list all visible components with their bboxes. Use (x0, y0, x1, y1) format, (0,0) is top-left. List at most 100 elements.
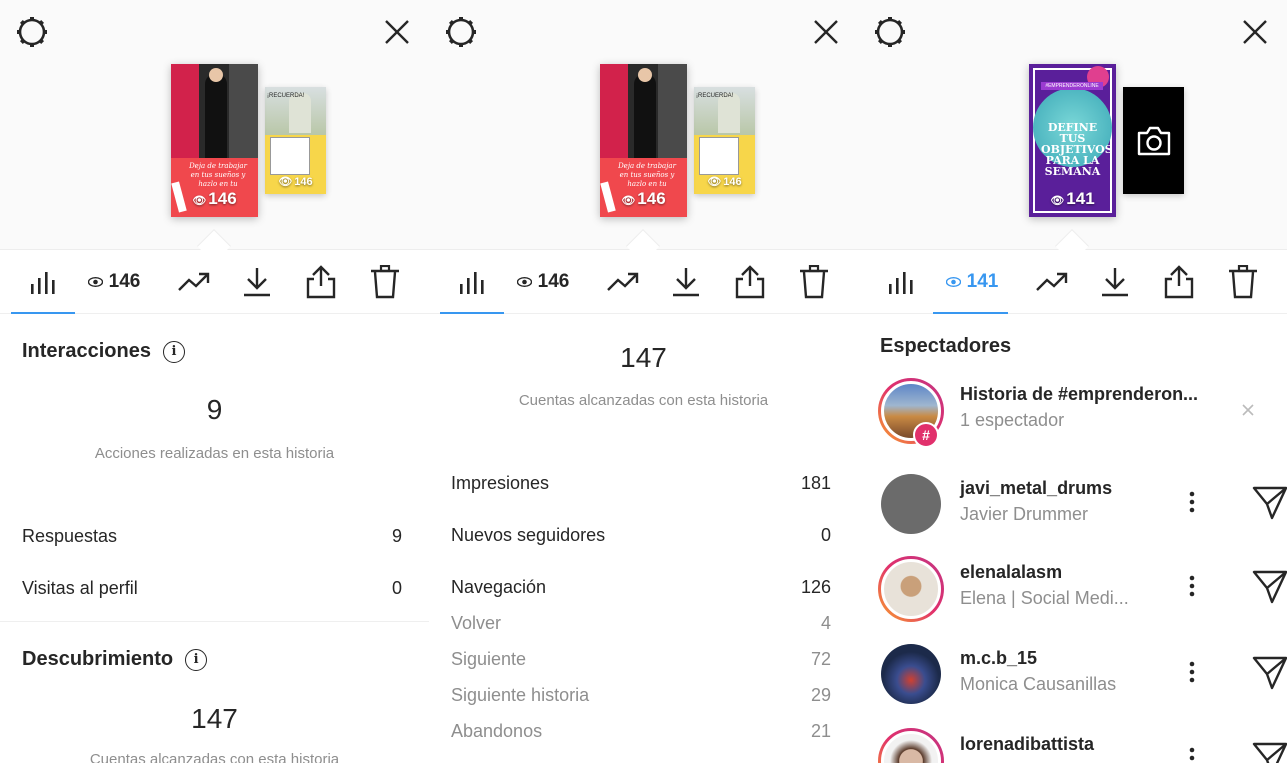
story-view-count: 👁 146 (192, 189, 237, 208)
viewer-row[interactable]: elenalalasm Elena | Social Medi... (878, 556, 1287, 626)
promote-button[interactable] (1032, 260, 1072, 304)
metric-row: Impresiones 181 (451, 473, 831, 494)
section-title: Espectadores (880, 335, 1012, 357)
more-icon[interactable] (1189, 574, 1195, 598)
share-icon (735, 265, 765, 299)
metric-value: 181 (800, 473, 831, 493)
more-icon[interactable] (1189, 490, 1195, 514)
viewer-row[interactable]: m.c.b_15 Monica Causanillas (878, 642, 1287, 712)
discovery-value: 147 (191, 703, 238, 734)
download-button[interactable] (669, 260, 703, 304)
story-sticker-title: ¡RECUERDA! (267, 93, 305, 99)
settings-icon[interactable] (872, 14, 908, 50)
metric-value: 4 (820, 613, 831, 633)
info-icon[interactable]: i (185, 648, 208, 671)
metric-label: Visitas al perfil (22, 578, 138, 598)
metric-label: Navegación (451, 577, 547, 597)
settings-icon[interactable] (443, 14, 479, 50)
download-icon (1102, 268, 1128, 297)
story-view-count: 👁 146 (707, 176, 742, 188)
insights-panel-discovery: ¡RECUERDA! 👁 146 Deja de trabajar en tus … (429, 0, 858, 763)
navigation-row: Siguiente historia 29 (451, 685, 831, 706)
close-icon[interactable] (1242, 404, 1254, 416)
section-title: Interacciones (22, 340, 151, 362)
send-icon[interactable] (1252, 654, 1287, 690)
trash-icon (800, 265, 828, 299)
trash-icon (1229, 265, 1257, 299)
views-count: 146 (537, 271, 570, 292)
tab-insights[interactable] (22, 260, 64, 304)
share-button[interactable] (1162, 260, 1196, 304)
insights-icon (460, 272, 484, 294)
metric-label: Abandonos (451, 721, 543, 741)
tab-viewers[interactable]: 146 (84, 260, 144, 304)
metric-value: 126 (800, 577, 831, 597)
active-tab-indicator (933, 312, 1008, 314)
section-title: Descubrimiento (22, 648, 174, 670)
delete-button[interactable] (1226, 260, 1260, 304)
delete-button[interactable] (368, 260, 402, 304)
story-thumbnail-secondary[interactable]: ¡RECUERDA! 👁 146 (265, 87, 326, 194)
story-thumbnail-secondary[interactable]: ¡RECUERDA! 👁 146 (694, 87, 755, 194)
avatar (878, 556, 944, 622)
story-caption: Deja de trabajar en tus sueños y hazlo e… (618, 162, 676, 188)
hashtag-story-row[interactable]: # Historia de #emprenderon... 1 espectad… (878, 378, 1287, 448)
navigation-row: Siguiente 72 (451, 649, 831, 670)
viewer-username: Historia de #emprenderon... (960, 384, 1199, 404)
story-thumbnail-current[interactable]: Deja de trabajar en tus sueños y hazlo e… (600, 64, 687, 217)
share-button[interactable] (733, 260, 767, 304)
close-icon[interactable] (1241, 18, 1269, 46)
story-preview-area: #EMPRENDERONLINE DEFINE TUS OBJETIVOS PA… (858, 0, 1287, 250)
story-preview-area: ¡RECUERDA! 👁 146 Deja de trabajar en tus … (429, 0, 858, 250)
settings-icon[interactable] (14, 14, 50, 50)
viewer-username: javi_metal_drums (960, 478, 1113, 498)
share-button[interactable] (304, 260, 338, 304)
download-button[interactable] (1098, 260, 1132, 304)
eye-icon (516, 277, 532, 287)
viewer-name: Monica Causanillas (960, 674, 1117, 694)
download-icon (673, 268, 699, 297)
delete-button[interactable] (797, 260, 831, 304)
download-button[interactable] (240, 260, 274, 304)
info-icon[interactable]: i (162, 340, 185, 363)
close-icon[interactable] (383, 18, 411, 46)
story-thumbnail-current[interactable]: Deja de trabajar en tus sueños y hazlo e… (171, 64, 258, 217)
tab-viewers[interactable]: 141 (942, 260, 1002, 304)
metric-value: 0 (391, 578, 402, 598)
metric-label: Impresiones (451, 473, 550, 493)
tab-insights[interactable] (451, 260, 493, 304)
viewer-name: Elena | Social Medi... (960, 588, 1129, 608)
interactions-label: Acciones realizadas en esta historia (94, 445, 335, 462)
add-story-button[interactable] (1123, 87, 1184, 194)
navigation-row: Volver 4 (451, 613, 831, 634)
metric-value: 0 (820, 525, 831, 545)
viewer-row[interactable]: lorenadibattista (878, 728, 1287, 763)
section-discovery: Descubrimiento i (22, 648, 208, 671)
metric-label: Respuestas (22, 526, 118, 546)
trash-icon (371, 265, 399, 299)
promote-button[interactable] (603, 260, 643, 304)
tab-viewers[interactable]: 146 (513, 260, 573, 304)
send-icon[interactable] (1252, 740, 1287, 763)
hashtag-icon: # (913, 422, 939, 448)
tab-insights[interactable] (880, 260, 922, 304)
more-icon[interactable] (1189, 746, 1195, 763)
send-icon[interactable] (1252, 568, 1287, 604)
story-thumbnail-current[interactable]: #EMPRENDERONLINE DEFINE TUS OBJETIVOS PA… (1029, 64, 1116, 217)
views-count: 141 (966, 271, 999, 292)
send-icon[interactable] (1252, 484, 1287, 520)
story-view-count: 👁 141 (1050, 189, 1095, 208)
metric-label: Siguiente historia (451, 685, 590, 705)
metric-row: Respuestas 9 (22, 526, 402, 547)
active-tab-indicator (440, 312, 504, 314)
views-count: 146 (108, 271, 141, 292)
viewer-row[interactable]: javi_metal_drums Javier Drummer (878, 472, 1287, 542)
eye-icon (87, 277, 103, 287)
metric-value: 72 (810, 649, 831, 669)
close-icon[interactable] (812, 18, 840, 46)
metric-label: Nuevos seguidores (451, 525, 606, 545)
insights-panel-interactions: ¡RECUERDA! 👁 146 Deja de trabajar en tus … (0, 0, 429, 763)
avatar (881, 474, 941, 534)
more-icon[interactable] (1189, 660, 1195, 684)
promote-button[interactable] (174, 260, 214, 304)
